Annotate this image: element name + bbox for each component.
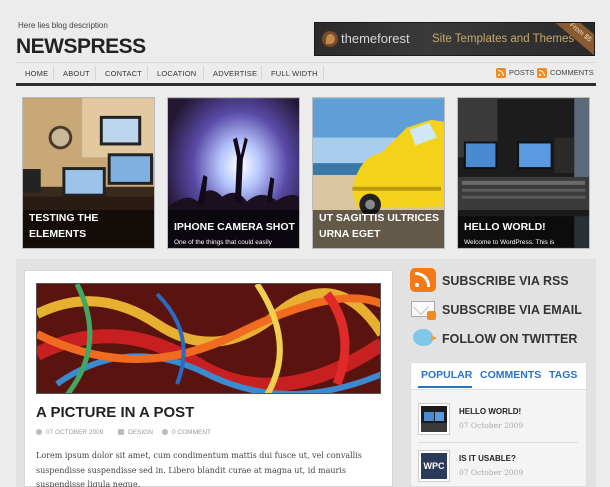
twitter-bird-icon xyxy=(413,329,437,346)
tab-popular[interactable]: POPULAR xyxy=(421,369,472,381)
popular-date-1: 07 October 2009 xyxy=(459,421,524,430)
subscribe-email-label: SUBSCRIBE VIA EMAIL xyxy=(442,303,582,317)
themeforest-banner[interactable]: themeforest Site Templates and Themes Fr… xyxy=(314,22,595,56)
popular-thumb-1[interactable] xyxy=(418,403,450,435)
popular-divider xyxy=(418,442,578,443)
nav-advertise[interactable]: ADVERTISE xyxy=(213,69,257,78)
nav-divider xyxy=(95,66,96,81)
featured-post-1[interactable]: TESTING THE ELEMENTS xyxy=(22,97,155,249)
post-comments[interactable]: 0 COMMENT xyxy=(172,429,211,436)
posts-feed-link[interactable]: POSTS xyxy=(509,68,534,77)
featured-post-2[interactable]: IPHONE CAMERA SHOT One of the things tha… xyxy=(167,97,300,249)
active-tab-indicator xyxy=(418,386,472,388)
comments-feed-link[interactable]: COMMENTS xyxy=(550,68,594,77)
featured-post-4[interactable]: HELLO WORLD! Welcome to WordPress. This … xyxy=(457,97,590,249)
rss-icon xyxy=(410,268,436,292)
post-image[interactable] xyxy=(36,283,381,394)
folder-icon xyxy=(118,429,124,435)
banner-brand: themeforest xyxy=(341,31,410,46)
nav-location[interactable]: LOCATION xyxy=(157,69,196,78)
main-navigation: HOME ABOUT CONTACT LOCATION ADVERTISE FU… xyxy=(16,62,596,83)
popular-title-1[interactable]: HELLO WORLD! xyxy=(459,407,521,416)
post-category[interactable]: DESIGN xyxy=(128,429,153,436)
email-rss-badge-icon xyxy=(427,311,436,320)
featured-post-3[interactable]: UT SAGITTIS ULTRICES URNA EGET xyxy=(312,97,445,249)
blog-description: Here lies blog description xyxy=(18,21,108,30)
featured-title[interactable]: HELLO WORLD! xyxy=(464,219,585,235)
tab-comments[interactable]: COMMENTS xyxy=(480,369,541,381)
popular-title-2[interactable]: IS IT USABLE? xyxy=(459,454,516,463)
monitor-thumb-image xyxy=(421,406,447,432)
nav-divider xyxy=(147,66,148,81)
nav-underline xyxy=(16,83,596,86)
nav-about[interactable]: ABOUT xyxy=(63,69,90,78)
wpc-thumb-image: WPC xyxy=(421,453,447,479)
tab-tags[interactable]: TAGS xyxy=(549,369,577,381)
nav-contact[interactable]: CONTACT xyxy=(105,69,142,78)
nav-full-width[interactable]: FULL WIDTH xyxy=(271,69,318,78)
comment-icon xyxy=(162,429,168,435)
post-excerpt: Lorem ipsum dolor sit amet, cum condimen… xyxy=(36,451,362,487)
post-date: 07 OCTOBER 2009 xyxy=(46,429,104,436)
featured-title[interactable]: TESTING THE ELEMENTS xyxy=(29,210,150,242)
rss-comments-icon[interactable] xyxy=(537,68,547,78)
popular-date-2: 07 October 2009 xyxy=(459,468,524,477)
blog-page: Here lies blog description NEWSPRESS the… xyxy=(0,0,610,487)
subscribe-rss-label: SUBSCRIBE VIA RSS xyxy=(442,274,569,288)
nav-divider xyxy=(203,66,204,81)
popular-thumb-2[interactable]: WPC xyxy=(418,450,450,482)
featured-excerpt: Welcome to WordPress. This is xyxy=(464,239,555,246)
rss-posts-icon[interactable] xyxy=(496,68,506,78)
post-title[interactable]: A PICTURE IN A POST xyxy=(36,404,194,421)
banner-tagline: Site Templates and Themes xyxy=(432,33,575,45)
calendar-icon xyxy=(36,429,42,435)
nav-divider xyxy=(323,66,324,81)
post-image-abstract xyxy=(37,284,380,393)
site-logo[interactable]: NEWSPRESS xyxy=(16,35,146,59)
featured-title[interactable]: UT SAGITTIS ULTRICES URNA EGET xyxy=(319,210,440,242)
featured-title[interactable]: IPHONE CAMERA SHOT xyxy=(174,219,295,235)
nav-divider xyxy=(261,66,262,81)
nav-divider xyxy=(53,66,54,81)
featured-excerpt: One of the things that could easily xyxy=(174,239,272,246)
nav-home[interactable]: HOME xyxy=(25,69,48,78)
follow-twitter-label: FOLLOW ON TWITTER xyxy=(442,332,578,346)
themeforest-logo-icon xyxy=(322,31,338,47)
